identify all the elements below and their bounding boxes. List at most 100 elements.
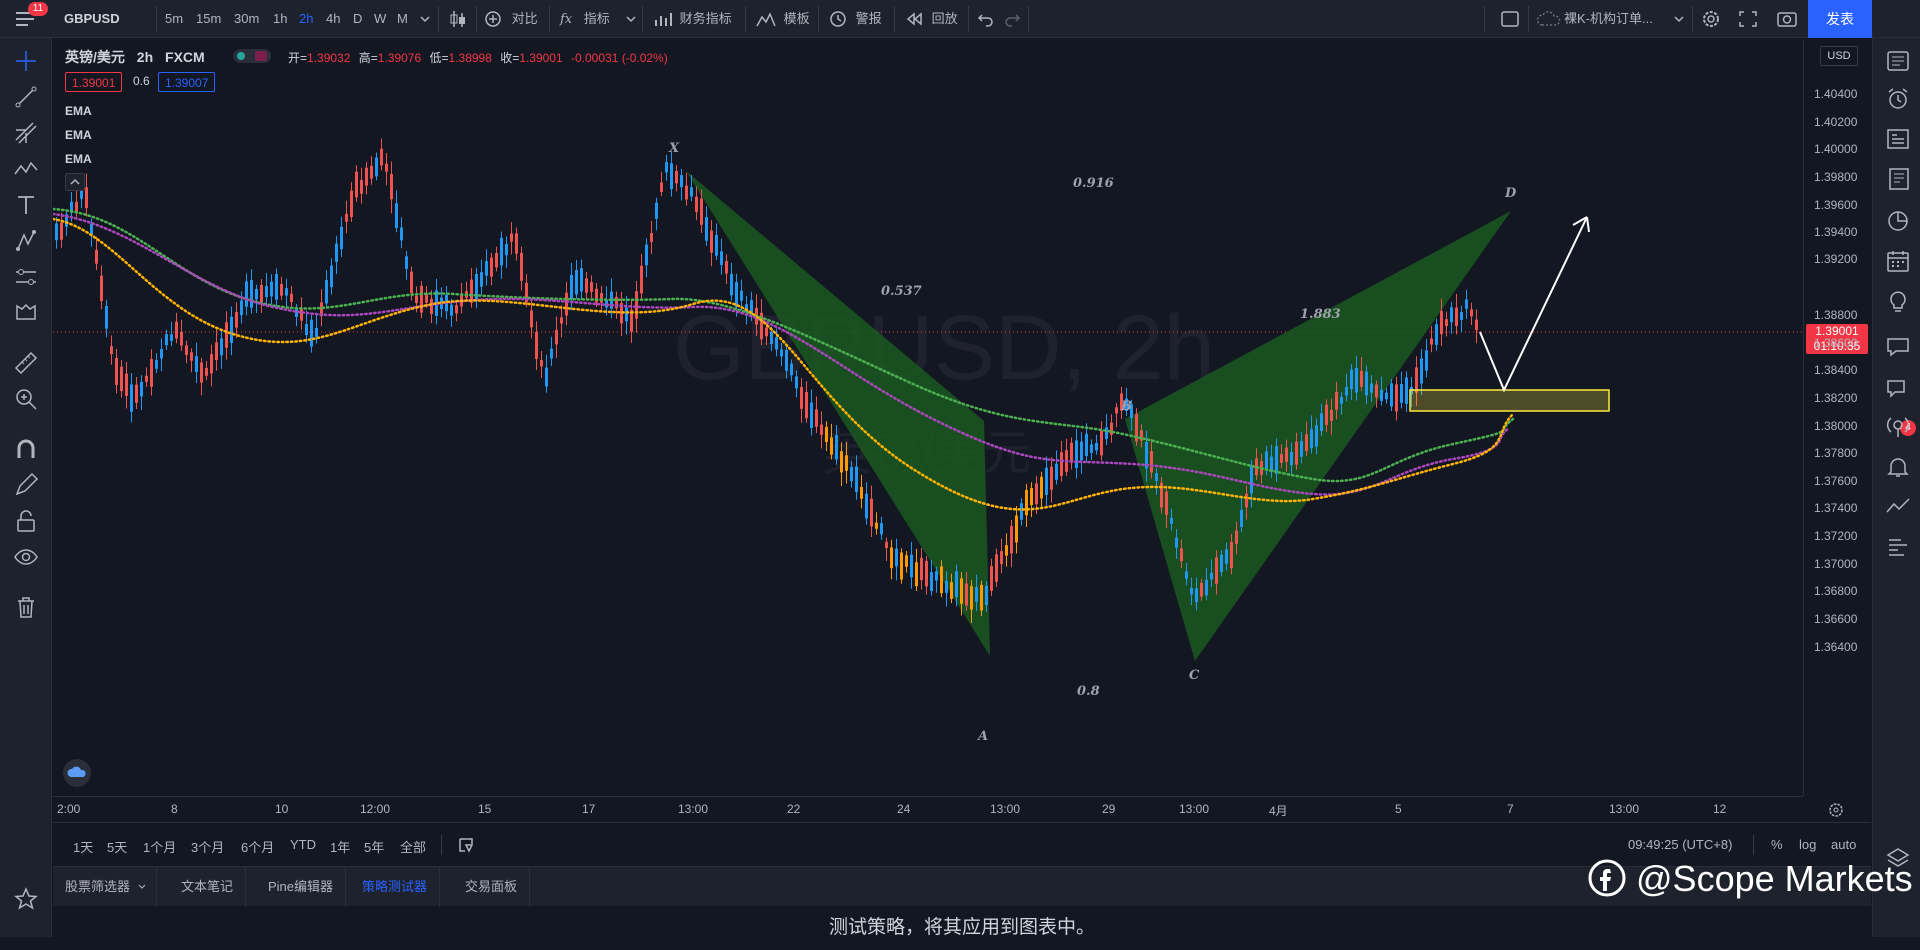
tab-pine-editor[interactable]: Pine编辑器 [256, 867, 347, 907]
range-ytd[interactable]: YTD [290, 837, 316, 852]
hotlist-icon[interactable] [1885, 208, 1911, 234]
interval-2h[interactable]: 2h [299, 0, 313, 38]
log-toggle[interactable]: log [1799, 837, 1816, 852]
chart-canvas[interactable]: GBPUSD, 2h 英镑/美元 X A B C D 0.916 0.537 0… [51, 39, 1803, 796]
streams-icon[interactable] [1885, 414, 1911, 440]
trend-line-icon[interactable] [13, 84, 39, 110]
interval-1h[interactable]: 1h [273, 0, 287, 38]
redo-icon[interactable] [1004, 0, 1021, 38]
layout-dropdown-icon[interactable] [1674, 0, 1684, 38]
zoom-in-icon[interactable] [13, 386, 39, 412]
candle-body [380, 148, 383, 166]
prediction-tool-icon[interactable] [13, 228, 39, 254]
price-scale[interactable]: USD 1.39001 01:10:35 1.40400 1.40200 1.400… [1803, 39, 1871, 796]
range-3m[interactable]: 3个月 [191, 837, 224, 856]
market-status-toggle[interactable] [233, 49, 271, 63]
eye-icon[interactable] [13, 544, 39, 570]
calendar-icon[interactable] [1885, 248, 1911, 274]
clock-timezone[interactable]: 09:49:25 (UTC+8) [1628, 837, 1732, 852]
dom-icon[interactable] [1885, 534, 1911, 560]
scale-settings-gear-icon[interactable] [1827, 801, 1845, 819]
interval-5m[interactable]: 5m [165, 0, 183, 38]
ideas-lightbulb-icon[interactable] [1885, 288, 1911, 314]
financials-button[interactable]: 财务指标 [654, 0, 732, 38]
demand-zone-rectangle[interactable] [1409, 389, 1610, 412]
interval-m[interactable]: M [397, 0, 408, 38]
candle-style-icon[interactable] [448, 0, 468, 38]
data-window-icon[interactable] [1885, 126, 1911, 152]
icon-tool-icon[interactable] [13, 300, 39, 326]
candle-body [850, 466, 853, 482]
ema-legend-2[interactable]: EMA [65, 128, 92, 142]
tab-stock-screener[interactable]: 股票筛选器 [53, 867, 158, 907]
auto-toggle[interactable]: auto [1831, 837, 1856, 852]
alert-button[interactable]: 警报 [828, 0, 882, 38]
order-panel-icon[interactable] [1885, 494, 1911, 520]
range-5y[interactable]: 5年 [364, 837, 384, 856]
private-chats-icon[interactable] [1885, 374, 1911, 400]
interval-d[interactable]: D [353, 0, 362, 38]
settings-gear-icon[interactable] [1700, 0, 1722, 38]
percent-toggle[interactable]: % [1771, 837, 1783, 852]
goto-date-icon[interactable] [457, 836, 475, 854]
ask-price-box[interactable]: 1.39007 [158, 72, 216, 92]
stay-drawing-icon[interactable] [13, 472, 39, 498]
interval-dropdown-icon[interactable] [420, 0, 430, 38]
candle-body [505, 244, 508, 256]
interval-w[interactable]: W [374, 0, 386, 38]
ruler-icon[interactable] [13, 350, 39, 376]
measure-lines-icon[interactable] [13, 264, 39, 290]
range-1d[interactable]: 1天 [73, 837, 93, 856]
fib-tool-icon[interactable] [13, 120, 39, 146]
watchlist-icon[interactable] [1885, 48, 1911, 74]
ema-legend-1[interactable]: EMA [65, 104, 92, 118]
symbol-search[interactable]: GBPUSD [64, 0, 120, 38]
screenshot-camera-icon[interactable] [1776, 0, 1798, 38]
news-icon[interactable] [1885, 166, 1911, 192]
publish-button[interactable]: 发表 [1808, 0, 1872, 38]
fullscreen-icon[interactable] [1738, 0, 1758, 38]
notifications-bell-icon[interactable] [1885, 454, 1911, 480]
time-scale[interactable]: 2:00 8 10 12:00 15 17 13:00 22 24 13:00 29 13:00 4月 5… [53, 796, 1843, 822]
range-1m[interactable]: 1个月 [143, 837, 176, 856]
bid-price-box[interactable]: 1.39001 [65, 72, 123, 92]
range-1y[interactable]: 1年 [330, 837, 350, 856]
cloud-icon[interactable] [1536, 0, 1562, 38]
text-tool-icon[interactable] [13, 192, 39, 218]
legend-title[interactable]: 英镑/美元 [65, 49, 125, 65]
range-5d[interactable]: 5天 [107, 837, 127, 856]
replay-button[interactable]: 回放 [904, 0, 958, 38]
range-6m[interactable]: 6个月 [241, 837, 274, 856]
range-all[interactable]: 全部 [400, 837, 426, 856]
magnet-icon[interactable] [13, 436, 39, 462]
compare-button[interactable]: 对比 [484, 0, 538, 38]
alarm-clock-icon[interactable] [1885, 86, 1911, 112]
pattern-tool-icon[interactable] [13, 156, 39, 182]
chart-pane[interactable]: GBPUSD, 2h 英镑/美元 X A B C D 0.916 0.537 0… [51, 39, 1803, 796]
trash-icon[interactable] [13, 594, 39, 620]
indicators-button[interactable]: fx 指标 [560, 0, 610, 38]
undo-icon[interactable] [977, 0, 994, 38]
interval-4h[interactable]: 4h [326, 0, 340, 38]
interval-30m[interactable]: 30m [234, 0, 259, 38]
cloud-logo[interactable] [63, 759, 91, 787]
collapse-legend-button[interactable] [65, 173, 85, 191]
candle-body [870, 498, 873, 527]
ema-legend-3[interactable]: EMA [65, 152, 92, 166]
layout-name[interactable]: 裸K-机构订单... [1564, 0, 1653, 38]
templates-button[interactable]: 模板 [756, 0, 810, 38]
candle-body [645, 244, 648, 266]
tab-trading-panel[interactable]: 交易面板 [453, 867, 531, 907]
interval-15m[interactable]: 15m [196, 0, 221, 38]
indicators-dropdown-icon[interactable] [626, 0, 636, 38]
tab-strategy-tester[interactable]: 策略测试器 [350, 867, 441, 907]
tab-text-notes[interactable]: 文本笔记 [169, 867, 247, 907]
candle-body [130, 384, 133, 412]
currency-label[interactable]: USD [1820, 46, 1858, 66]
crosshair-icon[interactable] [13, 48, 39, 74]
lock-icon[interactable] [13, 508, 39, 534]
favorites-star-icon[interactable] [13, 886, 39, 912]
chats-icon[interactable] [1885, 334, 1911, 360]
fullscreen-layout-icon[interactable] [1500, 0, 1520, 38]
forecast-path[interactable] [1479, 216, 1588, 393]
